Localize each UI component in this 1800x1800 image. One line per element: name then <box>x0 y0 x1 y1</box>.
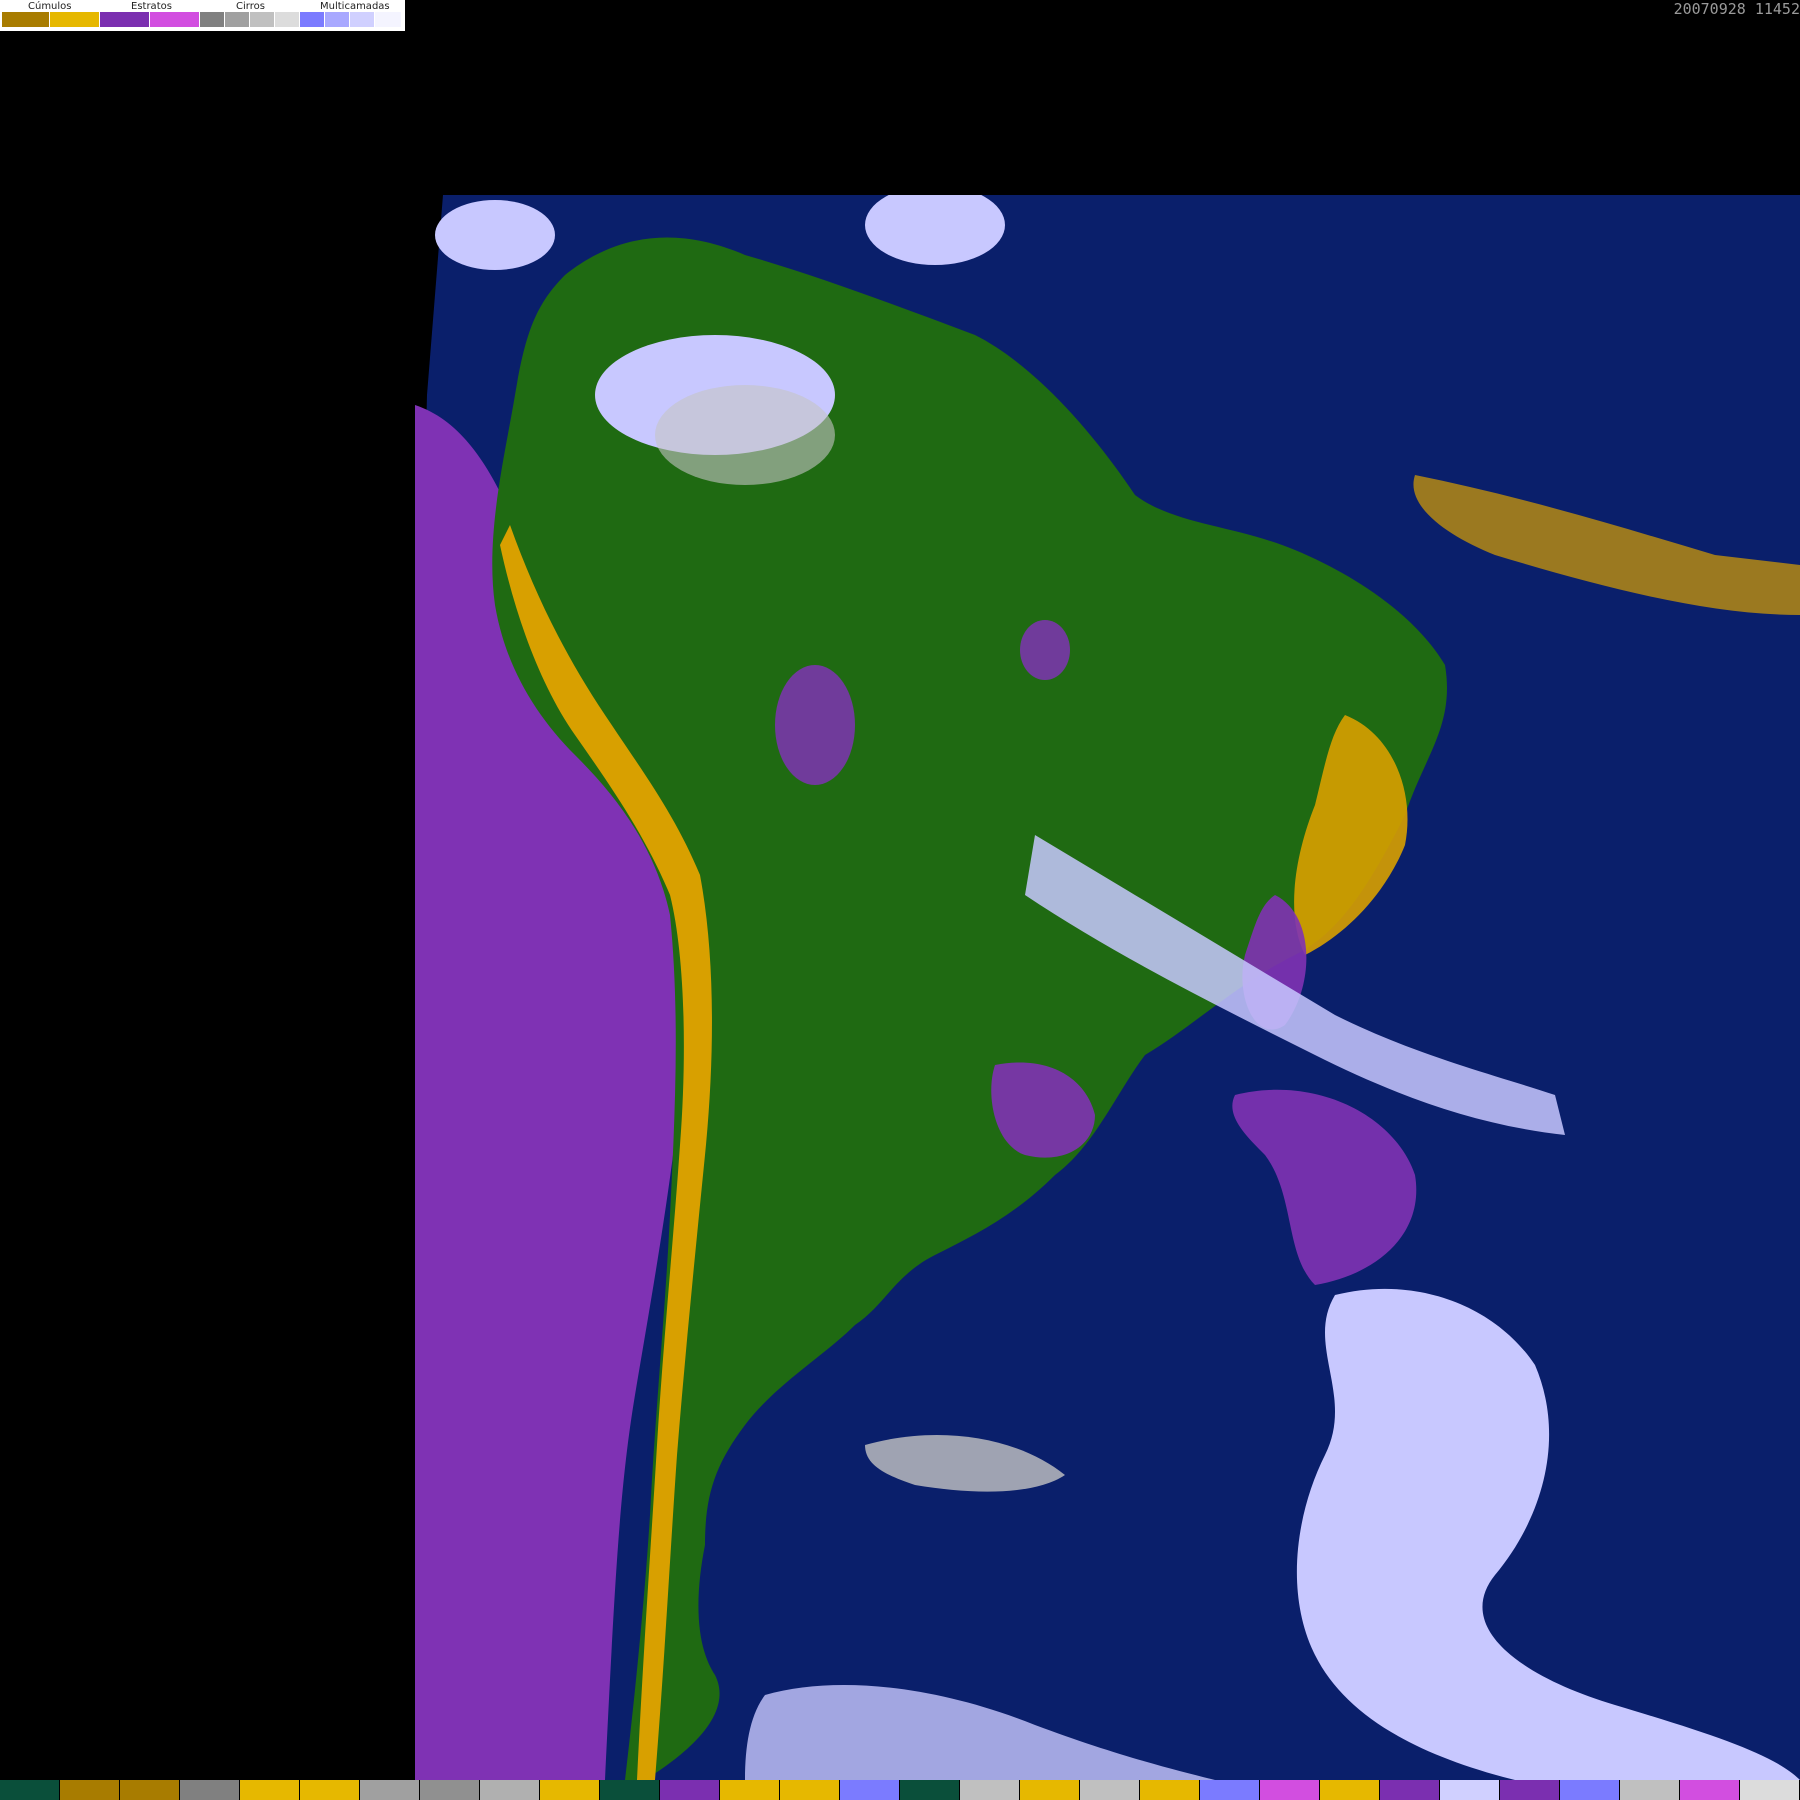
strip-cell <box>0 1780 60 1800</box>
strip-cell <box>960 1780 1020 1800</box>
legend-label-multicamadas: Multicamadas <box>320 1 390 12</box>
amazon-cirrus-cloud <box>655 385 835 485</box>
strip-cell <box>1380 1780 1440 1800</box>
strip-cell <box>1260 1780 1320 1800</box>
strip-cell <box>240 1780 300 1800</box>
strip-cell <box>1020 1780 1080 1800</box>
legend-swatch-row <box>2 12 402 27</box>
legend-swatch-3-3 <box>375 12 402 27</box>
strip-cell <box>1140 1780 1200 1800</box>
strip-cell <box>120 1780 180 1800</box>
strip-cell <box>720 1780 780 1800</box>
strip-cell <box>1320 1780 1380 1800</box>
strip-cell <box>1560 1780 1620 1800</box>
strip-cell <box>1620 1780 1680 1800</box>
strip-cell <box>360 1780 420 1800</box>
legend-swatch-3-0 <box>300 12 325 27</box>
legend-swatch-0-0 <box>2 12 50 27</box>
legend-swatch-2-0 <box>200 12 225 27</box>
legend-label-cumulos: Cúmulos <box>28 1 72 12</box>
legend-swatch-2-1 <box>225 12 250 27</box>
bolivia-stratus-cloud <box>775 665 855 785</box>
legend-label-cirros: Cirros <box>236 1 265 12</box>
strip-cell <box>840 1780 900 1800</box>
strip-cell <box>780 1780 840 1800</box>
strip-cell <box>480 1780 540 1800</box>
strip-cell <box>540 1780 600 1800</box>
cloud-type-legend: Cúmulos Estratos Cirros Multicamadas <box>0 0 405 31</box>
strip-cell <box>900 1780 960 1800</box>
strip-cell <box>1440 1780 1500 1800</box>
strip-cell <box>1080 1780 1140 1800</box>
legend-label-estratos: Estratos <box>131 1 172 12</box>
caribbean-multilayer-cloud-2 <box>435 200 555 270</box>
strip-cell <box>60 1780 120 1800</box>
strip-cell <box>660 1780 720 1800</box>
legend-swatch-2-2 <box>250 12 275 27</box>
strip-cell <box>180 1780 240 1800</box>
legend-swatch-3-2 <box>350 12 375 27</box>
central-brazil-stratus <box>1020 620 1070 680</box>
strip-cell <box>600 1780 660 1800</box>
strip-cell <box>420 1780 480 1800</box>
strip-cell <box>300 1780 360 1800</box>
legend-swatch-0-1 <box>50 12 100 27</box>
strip-cell <box>1680 1780 1740 1800</box>
legend-swatch-1-0 <box>100 12 150 27</box>
strip-cell <box>1740 1780 1800 1800</box>
satellite-cloud-map <box>415 195 1800 1780</box>
strip-cell <box>1200 1780 1260 1800</box>
strip-cell <box>1500 1780 1560 1800</box>
legend-swatch-1-1 <box>150 12 200 27</box>
image-timestamp: 20070928 11452 <box>1673 0 1800 18</box>
legend-swatch-2-3 <box>275 12 300 27</box>
legend-swatch-3-1 <box>325 12 350 27</box>
map-image <box>415 195 1800 1780</box>
bottom-color-strip <box>0 1780 1800 1800</box>
